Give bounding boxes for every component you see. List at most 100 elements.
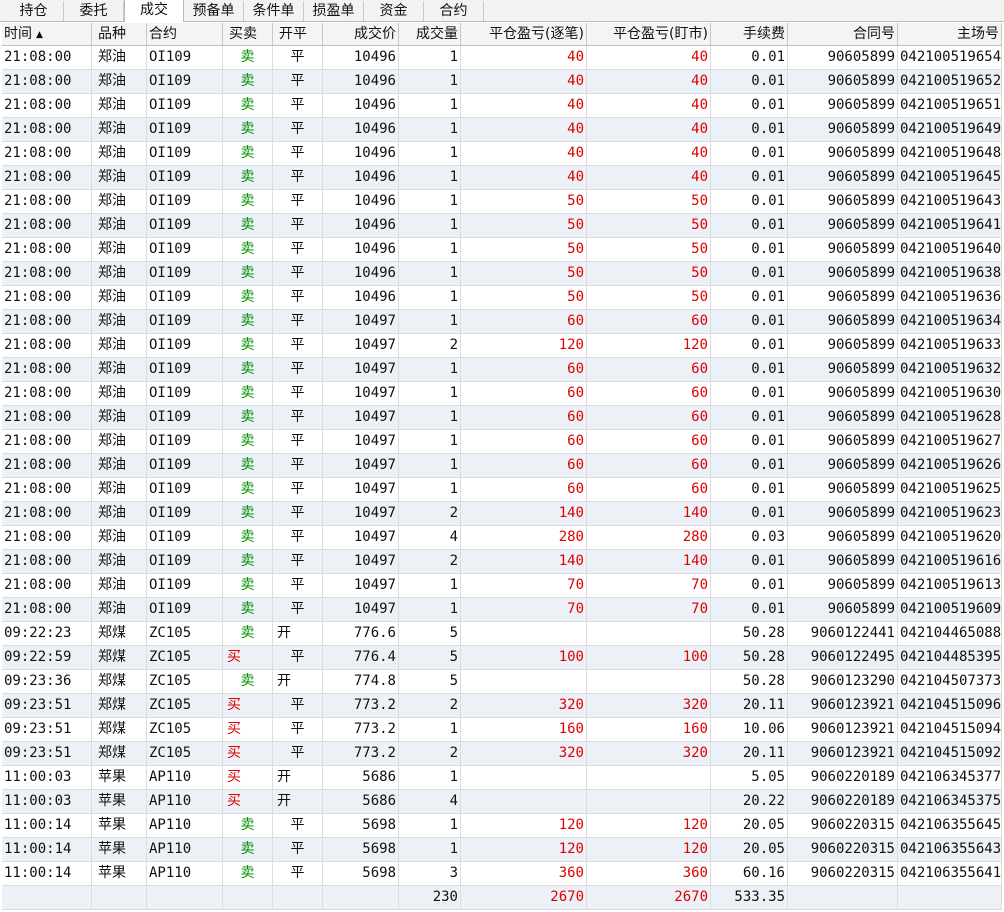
cell-pnl-mtm: 40 bbox=[587, 142, 711, 165]
cell-contract-no: 9060122441 bbox=[788, 622, 898, 645]
cell-side: 卖 bbox=[223, 622, 273, 645]
cell-qty: 1 bbox=[399, 478, 461, 501]
table-row[interactable]: 21:08:00 郑油 OI109 卖平 10497 4 280 280 0.03 9060589… bbox=[2, 526, 1002, 550]
table-row[interactable]: 09:22:23 郑煤 ZC105 卖开 776.6 5 50.28 9060122441 04… bbox=[2, 622, 1002, 646]
cell-contract-no: 90605899 bbox=[788, 310, 898, 333]
table-row[interactable]: 09:23:51 郑煤 ZC105 买平 773.2 1 160 160 10.06 906012… bbox=[2, 718, 1002, 742]
cell-contract: OI109 bbox=[147, 358, 223, 381]
cell-contract-no: 90605899 bbox=[788, 574, 898, 597]
cell-openclose: 平 bbox=[273, 478, 323, 501]
cell-time: 21:08:00 bbox=[2, 406, 92, 429]
tab-conditional-orders[interactable]: 条件单 bbox=[244, 1, 304, 21]
cell-side: 卖 bbox=[223, 838, 273, 861]
tab-trades[interactable]: 成交 bbox=[124, 0, 184, 22]
col-header-product[interactable]: 品种 bbox=[92, 23, 147, 45]
table-row[interactable]: 21:08:00 郑油 OI109 卖平 10497 1 60 60 0.01 90605899 0… bbox=[2, 430, 1002, 454]
table-row[interactable]: 09:23:51 郑煤 ZC105 买平 773.2 2 320 320 20.11 906012… bbox=[2, 694, 1002, 718]
table-row[interactable]: 21:08:00 郑油 OI109 卖平 10496 1 50 50 0.01 90605899 0… bbox=[2, 286, 1002, 310]
cell-contract: ZC105 bbox=[147, 742, 223, 765]
cell-exchange-no: 042104465088 bbox=[898, 622, 1002, 645]
cell-fee: 0.01 bbox=[711, 94, 788, 117]
cell-time: 11:00:03 bbox=[2, 766, 92, 789]
table-row[interactable]: 21:08:00 郑油 OI109 卖平 10496 1 40 40 0.01 90605899 0… bbox=[2, 118, 1002, 142]
col-header-contract-no[interactable]: 合同号 bbox=[788, 23, 898, 45]
cell-contract-no: 90605899 bbox=[788, 94, 898, 117]
table-row[interactable]: 21:08:00 郑油 OI109 卖平 10496 1 40 40 0.01 90605899 0… bbox=[2, 142, 1002, 166]
cell-time: 21:08:00 bbox=[2, 502, 92, 525]
cell-contract-no: 90605899 bbox=[788, 166, 898, 189]
cell-contract: OI109 bbox=[147, 406, 223, 429]
col-header-fee[interactable]: 手续费 bbox=[711, 23, 788, 45]
table-row[interactable]: 21:08:00 郑油 OI109 卖平 10497 1 70 70 0.01 90605899 0… bbox=[2, 598, 1002, 622]
tab-contracts[interactable]: 合约 bbox=[424, 1, 484, 21]
table-row[interactable]: 21:08:00 郑油 OI109 卖平 10497 2 140 140 0.01 9060589… bbox=[2, 502, 1002, 526]
table-row[interactable]: 21:08:00 郑油 OI109 卖平 10496 1 40 40 0.01 90605899 0… bbox=[2, 94, 1002, 118]
cell-product: 郑油 bbox=[92, 310, 147, 333]
cell-pnl-mtm: 40 bbox=[587, 94, 711, 117]
cell-contract-no: 90605899 bbox=[788, 334, 898, 357]
cell-openclose: 平 bbox=[273, 574, 323, 597]
cell-time: 21:08:00 bbox=[2, 118, 92, 141]
table-row[interactable]: 21:08:00 郑油 OI109 卖平 10496 1 50 50 0.01 90605899 0… bbox=[2, 190, 1002, 214]
table-row[interactable]: 21:08:00 郑油 OI109 卖平 10496 1 40 40 0.01 90605899 0… bbox=[2, 70, 1002, 94]
cell-price: 5698 bbox=[323, 862, 399, 885]
table-row[interactable]: 21:08:00 郑油 OI109 卖平 10497 1 60 60 0.01 90605899 0… bbox=[2, 358, 1002, 382]
table-row[interactable]: 21:08:00 郑油 OI109 卖平 10496 1 40 40 0.01 90605899 0… bbox=[2, 46, 1002, 70]
tab-orders[interactable]: 委托 bbox=[64, 1, 124, 21]
col-header-side[interactable]: 买卖 bbox=[223, 23, 273, 45]
tab-funds[interactable]: 资金 bbox=[364, 1, 424, 21]
table-row[interactable]: 21:08:00 郑油 OI109 卖平 10497 1 60 60 0.01 90605899 0… bbox=[2, 454, 1002, 478]
table-row[interactable]: 09:23:36 郑煤 ZC105 卖开 774.8 5 50.28 9060123290 04… bbox=[2, 670, 1002, 694]
cell-pnl-trade: 280 bbox=[461, 526, 587, 549]
table-row[interactable]: 21:08:00 郑油 OI109 卖平 10497 1 60 60 0.01 90605899 0… bbox=[2, 478, 1002, 502]
cell-exchange-no: 042106355641 bbox=[898, 862, 1002, 885]
table-row[interactable]: 21:08:00 郑油 OI109 卖平 10497 1 60 60 0.01 90605899 0… bbox=[2, 382, 1002, 406]
table-row[interactable]: 09:23:51 郑煤 ZC105 买平 773.2 2 320 320 20.11 906012… bbox=[2, 742, 1002, 766]
col-header-price[interactable]: 成交价 bbox=[323, 23, 399, 45]
col-header-exchange-no[interactable]: 主场号 bbox=[898, 23, 1002, 45]
cell-qty: 1 bbox=[399, 166, 461, 189]
cell-pnl-trade: 60 bbox=[461, 382, 587, 405]
table-row[interactable]: 21:08:00 郑油 OI109 卖平 10496 1 50 50 0.01 90605899 0… bbox=[2, 262, 1002, 286]
tab-prepared-orders[interactable]: 预备单 bbox=[184, 1, 244, 21]
col-header-openclose[interactable]: 开平 bbox=[273, 23, 323, 45]
col-header-time[interactable]: 时间 ▲ bbox=[2, 23, 92, 45]
table-row[interactable]: 09:22:59 郑煤 ZC105 买平 776.4 5 100 100 50.28 906012… bbox=[2, 646, 1002, 670]
table-row[interactable]: 21:08:00 郑油 OI109 卖平 10497 1 60 60 0.01 90605899 0… bbox=[2, 310, 1002, 334]
table-row[interactable]: 11:00:14 苹果 AP110 卖平 5698 3 360 360 60.16 9060220… bbox=[2, 862, 1002, 886]
col-header-pnl-mtm[interactable]: 平仓盈亏(盯市) bbox=[587, 23, 711, 45]
cell-pnl-mtm bbox=[587, 622, 711, 645]
table-row[interactable]: 11:00:14 苹果 AP110 卖平 5698 1 120 120 20.05 9060220… bbox=[2, 814, 1002, 838]
cell-fee: 50.28 bbox=[711, 622, 788, 645]
table-row[interactable]: 11:00:03 苹果 AP110 买开 5686 4 20.22 9060220189 042… bbox=[2, 790, 1002, 814]
table-row[interactable]: 11:00:03 苹果 AP110 买开 5686 1 5.05 9060220189 0421… bbox=[2, 766, 1002, 790]
col-header-pnl-trade[interactable]: 平仓盈亏(逐笔) bbox=[461, 23, 587, 45]
cell-pnl-mtm: 160 bbox=[587, 718, 711, 741]
cell-exchange-no: 042100519633 bbox=[898, 334, 1002, 357]
table-row[interactable]: 11:00:14 苹果 AP110 卖平 5698 1 120 120 20.05 9060220… bbox=[2, 838, 1002, 862]
cell-product: 苹果 bbox=[92, 838, 147, 861]
cell-time: 21:08:00 bbox=[2, 574, 92, 597]
cell-price: 10497 bbox=[323, 310, 399, 333]
cell-time: 11:00:14 bbox=[2, 814, 92, 837]
cell-price: 10497 bbox=[323, 502, 399, 525]
table-row[interactable]: 21:08:00 郑油 OI109 卖平 10496 1 50 50 0.01 90605899 0… bbox=[2, 238, 1002, 262]
cell-time: 09:23:51 bbox=[2, 718, 92, 741]
cell-openclose: 平 bbox=[273, 286, 323, 309]
cell-exchange-no: 042100519640 bbox=[898, 238, 1002, 261]
tab-stop-orders[interactable]: 损盈单 bbox=[304, 1, 364, 21]
col-header-contract[interactable]: 合约 bbox=[147, 23, 223, 45]
table-row[interactable]: 21:08:00 郑油 OI109 卖平 10496 1 50 50 0.01 90605899 0… bbox=[2, 214, 1002, 238]
table-row[interactable]: 21:08:00 郑油 OI109 卖平 10496 1 40 40 0.01 90605899 0… bbox=[2, 166, 1002, 190]
tab-positions[interactable]: 持仓 bbox=[4, 1, 64, 21]
table-row[interactable]: 21:08:00 郑油 OI109 卖平 10497 1 70 70 0.01 90605899 0… bbox=[2, 574, 1002, 598]
table-row[interactable]: 21:08:00 郑油 OI109 卖平 10497 2 140 140 0.01 9060589… bbox=[2, 550, 1002, 574]
cell-fee: 10.06 bbox=[711, 718, 788, 741]
cell-exchange-no: 042100519630 bbox=[898, 382, 1002, 405]
table-row[interactable]: 21:08:00 郑油 OI109 卖平 10497 1 60 60 0.01 90605899 0… bbox=[2, 406, 1002, 430]
col-header-qty[interactable]: 成交量 bbox=[399, 23, 461, 45]
table-row[interactable]: 21:08:00 郑油 OI109 卖平 10497 2 120 120 0.01 9060589… bbox=[2, 334, 1002, 358]
cell-pnl-trade bbox=[461, 766, 587, 789]
cell-contract-no: 90605899 bbox=[788, 214, 898, 237]
cell-openclose: 平 bbox=[273, 334, 323, 357]
